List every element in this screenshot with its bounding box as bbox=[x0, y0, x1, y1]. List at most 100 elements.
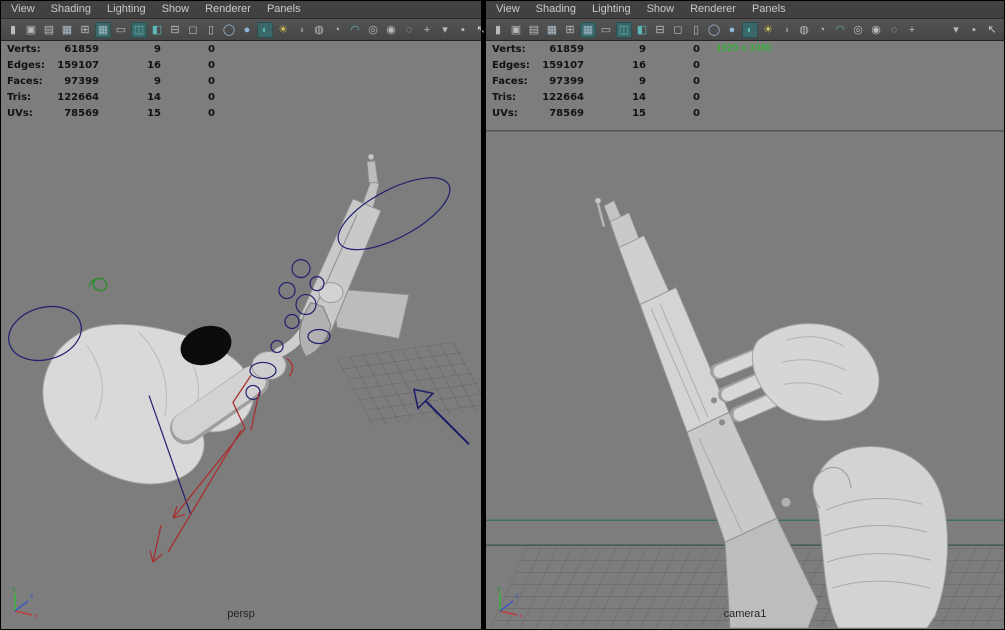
menu-renderer[interactable]: Renderer bbox=[682, 1, 744, 18]
menu-show[interactable]: Show bbox=[154, 1, 198, 18]
viewport-persp[interactable]: Verts: 61859 9 0 Edges: 159107 16 0 Face… bbox=[1, 41, 481, 628]
xray-joints-icon[interactable]: + bbox=[419, 22, 435, 38]
pan-zoom-icon[interactable]: ⊞ bbox=[77, 22, 93, 38]
character-arm bbox=[42, 324, 308, 485]
hud-other: 0 bbox=[208, 59, 215, 71]
shadows-icon[interactable]: ◑ bbox=[293, 22, 309, 38]
resolution-gate-icon[interactable]: ◫ bbox=[131, 21, 147, 38]
viewport-camera1[interactable]: 1920 x 1080 Verts: 61859 9 0 Edges: 1591… bbox=[486, 41, 1004, 628]
camera-bookmark-icon[interactable]: ▤ bbox=[41, 22, 57, 38]
menu-view[interactable]: View bbox=[488, 1, 528, 18]
anti-alias-icon[interactable]: ◠ bbox=[347, 22, 363, 38]
hud-row-faces: Faces: 97399 9 0 bbox=[7, 73, 215, 89]
field-chart-icon[interactable]: ⊟ bbox=[167, 22, 183, 38]
hud-other: 0 bbox=[208, 91, 215, 103]
hud-total: 159107 bbox=[542, 59, 584, 71]
snap-menu-icon[interactable]: ▾ bbox=[948, 22, 964, 38]
select-camera-icon[interactable]: ▮ bbox=[5, 22, 21, 38]
hud-label: Edges: bbox=[7, 59, 45, 71]
safe-action-icon[interactable]: ◻ bbox=[670, 22, 686, 38]
menu-lighting[interactable]: Lighting bbox=[99, 1, 154, 18]
safe-title-icon[interactable]: ▯ bbox=[688, 22, 704, 38]
hud-row-uvs: UVs: 78569 15 0 bbox=[492, 105, 700, 121]
pan-zoom-icon[interactable]: ⊞ bbox=[562, 22, 578, 38]
grid-icon[interactable]: ▦ bbox=[580, 21, 596, 38]
cursor-icon[interactable]: ↖ bbox=[984, 22, 1000, 38]
hud-row-verts: Verts: 61859 9 0 bbox=[492, 41, 700, 57]
resolution-gate-icon[interactable]: ◫ bbox=[616, 21, 632, 38]
depth-of-field-icon[interactable]: ◎ bbox=[365, 22, 381, 38]
hud-selected: 9 bbox=[639, 43, 646, 55]
hud-selected: 16 bbox=[632, 59, 646, 71]
hud-label: Faces: bbox=[492, 75, 528, 87]
lights-icon[interactable]: ☀ bbox=[760, 22, 776, 38]
menu-shading[interactable]: Shading bbox=[43, 1, 99, 18]
hud-other: 0 bbox=[693, 91, 700, 103]
lock-camera-icon[interactable]: ▣ bbox=[23, 22, 39, 38]
wireframe-icon[interactable]: ◯ bbox=[221, 22, 237, 38]
shadows-icon[interactable]: ◑ bbox=[778, 22, 794, 38]
camera1-3d-scene[interactable] bbox=[486, 41, 1004, 628]
viewport-panel-persp: View Shading Lighting Show Renderer Pane… bbox=[0, 0, 486, 630]
highlight-icon[interactable]: ▪ bbox=[966, 22, 982, 38]
menu-panels[interactable]: Panels bbox=[744, 1, 794, 18]
isolate-select-icon[interactable]: ◉ bbox=[383, 22, 399, 38]
lock-camera-icon[interactable]: ▣ bbox=[508, 22, 524, 38]
isolate-select-icon[interactable]: ◉ bbox=[868, 22, 884, 38]
toolbar-right-group: ▾ ▪ ↖ bbox=[947, 22, 1001, 38]
toolbar-right-group: ▾ ▪ ↖ bbox=[436, 22, 490, 38]
camera-name-label: camera1 bbox=[723, 608, 767, 620]
ambient-occlusion-icon[interactable]: ◍ bbox=[796, 22, 812, 38]
smooth-shade-icon[interactable]: ● bbox=[724, 22, 740, 38]
textured-icon[interactable]: ◐ bbox=[257, 21, 273, 38]
hud-other: 0 bbox=[693, 75, 700, 87]
field-chart-icon[interactable]: ⊟ bbox=[652, 22, 668, 38]
menu-renderer[interactable]: Renderer bbox=[197, 1, 259, 18]
hud-label: Verts: bbox=[7, 43, 41, 55]
textured-icon[interactable]: ◐ bbox=[742, 21, 758, 38]
anti-alias-icon[interactable]: ◠ bbox=[832, 22, 848, 38]
menu-show[interactable]: Show bbox=[639, 1, 683, 18]
motion-blur-icon[interactable]: ◔ bbox=[329, 22, 345, 38]
image-plane-icon[interactable]: ▦ bbox=[59, 22, 75, 38]
snap-menu-icon[interactable]: ▾ bbox=[437, 22, 453, 38]
hud-label: UVs: bbox=[492, 107, 518, 119]
xray-icon[interactable]: ◌ bbox=[401, 22, 417, 38]
image-plane-icon[interactable]: ▦ bbox=[544, 22, 560, 38]
camera-name-label: persp bbox=[227, 608, 255, 620]
hud-selected: 14 bbox=[147, 91, 161, 103]
gate-mask-icon[interactable]: ◧ bbox=[634, 22, 650, 38]
hud-row-edges: Edges: 159107 16 0 bbox=[7, 57, 215, 73]
menu-shading[interactable]: Shading bbox=[528, 1, 584, 18]
hud-other: 0 bbox=[208, 43, 215, 55]
hud-row-tris: Tris: 122664 14 0 bbox=[7, 89, 215, 105]
film-gate-icon[interactable]: ▭ bbox=[598, 22, 614, 38]
hud-total: 97399 bbox=[64, 75, 99, 87]
xray-joints-icon[interactable]: + bbox=[904, 22, 920, 38]
persp-3d-scene[interactable] bbox=[1, 41, 481, 628]
menu-lighting[interactable]: Lighting bbox=[584, 1, 639, 18]
green-control-curve[interactable] bbox=[88, 277, 108, 292]
film-gate-icon[interactable]: ▭ bbox=[113, 22, 129, 38]
depth-of-field-icon[interactable]: ◎ bbox=[850, 22, 866, 38]
smooth-shade-icon[interactable]: ● bbox=[239, 22, 255, 38]
xray-icon[interactable]: ◌ bbox=[886, 22, 902, 38]
hud-total: 61859 bbox=[549, 43, 584, 55]
gate-mask-icon[interactable]: ◧ bbox=[149, 22, 165, 38]
resolution-gate-text: 1920 x 1080 bbox=[716, 43, 772, 54]
grid-icon[interactable]: ▦ bbox=[95, 21, 111, 38]
lights-icon[interactable]: ☀ bbox=[275, 22, 291, 38]
select-camera-icon[interactable]: ▮ bbox=[490, 22, 506, 38]
camera-bookmark-icon[interactable]: ▤ bbox=[526, 22, 542, 38]
highlight-icon[interactable]: ▪ bbox=[455, 22, 471, 38]
hud-label: Faces: bbox=[7, 75, 43, 87]
safe-action-icon[interactable]: ◻ bbox=[185, 22, 201, 38]
panel-menubar: View Shading Lighting Show Renderer Pane… bbox=[486, 1, 1004, 19]
ambient-occlusion-icon[interactable]: ◍ bbox=[311, 22, 327, 38]
motion-blur-icon[interactable]: ◔ bbox=[814, 22, 830, 38]
menu-panels[interactable]: Panels bbox=[259, 1, 309, 18]
safe-title-icon[interactable]: ▯ bbox=[203, 22, 219, 38]
hud-total: 159107 bbox=[57, 59, 99, 71]
menu-view[interactable]: View bbox=[3, 1, 43, 18]
wireframe-icon[interactable]: ◯ bbox=[706, 22, 722, 38]
